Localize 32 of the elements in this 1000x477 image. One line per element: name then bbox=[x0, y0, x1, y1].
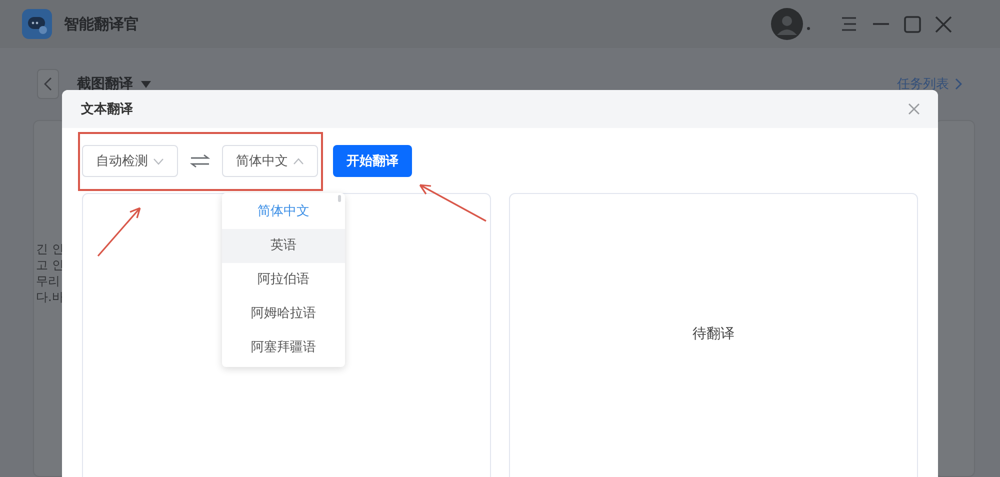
chevron-icon[interactable] bbox=[293, 158, 304, 164]
background-text: 무리 bbox=[36, 273, 61, 289]
dot-icon bbox=[807, 26, 810, 30]
minimize-icon[interactable] bbox=[872, 23, 890, 25]
language-option[interactable]: 阿姆哈拉语 bbox=[222, 297, 345, 331]
language-option[interactable]: 阿塞拜疆语 bbox=[222, 331, 345, 365]
chevron-left-icon[interactable] bbox=[44, 77, 52, 91]
app-logo-icon bbox=[22, 9, 52, 39]
swap-icon[interactable] bbox=[190, 154, 210, 168]
background-text: 다.바 bbox=[36, 289, 65, 305]
back-button[interactable] bbox=[37, 69, 59, 99]
maximize-icon[interactable] bbox=[904, 16, 921, 32]
chevron-right-icon[interactable] bbox=[955, 78, 962, 90]
app-title: 智能翻译官 bbox=[64, 14, 139, 34]
close-icon[interactable] bbox=[908, 103, 920, 115]
menu-icon[interactable] bbox=[840, 16, 858, 32]
close-icon[interactable] bbox=[935, 16, 952, 32]
language-option[interactable]: 阿拉伯语 bbox=[222, 263, 345, 297]
chevron-down-icon[interactable] bbox=[153, 158, 164, 164]
dialog-title: 文本翻译 bbox=[81, 100, 133, 118]
background-text: 긴 인 bbox=[36, 241, 65, 257]
language-option[interactable]: 英语 bbox=[222, 229, 345, 263]
output-text-field[interactable]: 待翻译 bbox=[509, 193, 918, 477]
caret-icon[interactable] bbox=[141, 80, 151, 88]
background-text: 고 인 bbox=[36, 257, 65, 273]
avatar-icon[interactable] bbox=[771, 8, 803, 40]
source-language-select[interactable]: 自动检测 bbox=[82, 145, 178, 177]
start-translate-button[interactable]: 开始翻译 bbox=[333, 145, 412, 177]
target-language-select[interactable]: 简体中文 bbox=[222, 145, 318, 177]
annotation-arrow bbox=[97, 207, 141, 257]
annotation-arrow bbox=[419, 184, 487, 222]
scrollbar[interactable] bbox=[338, 195, 341, 202]
